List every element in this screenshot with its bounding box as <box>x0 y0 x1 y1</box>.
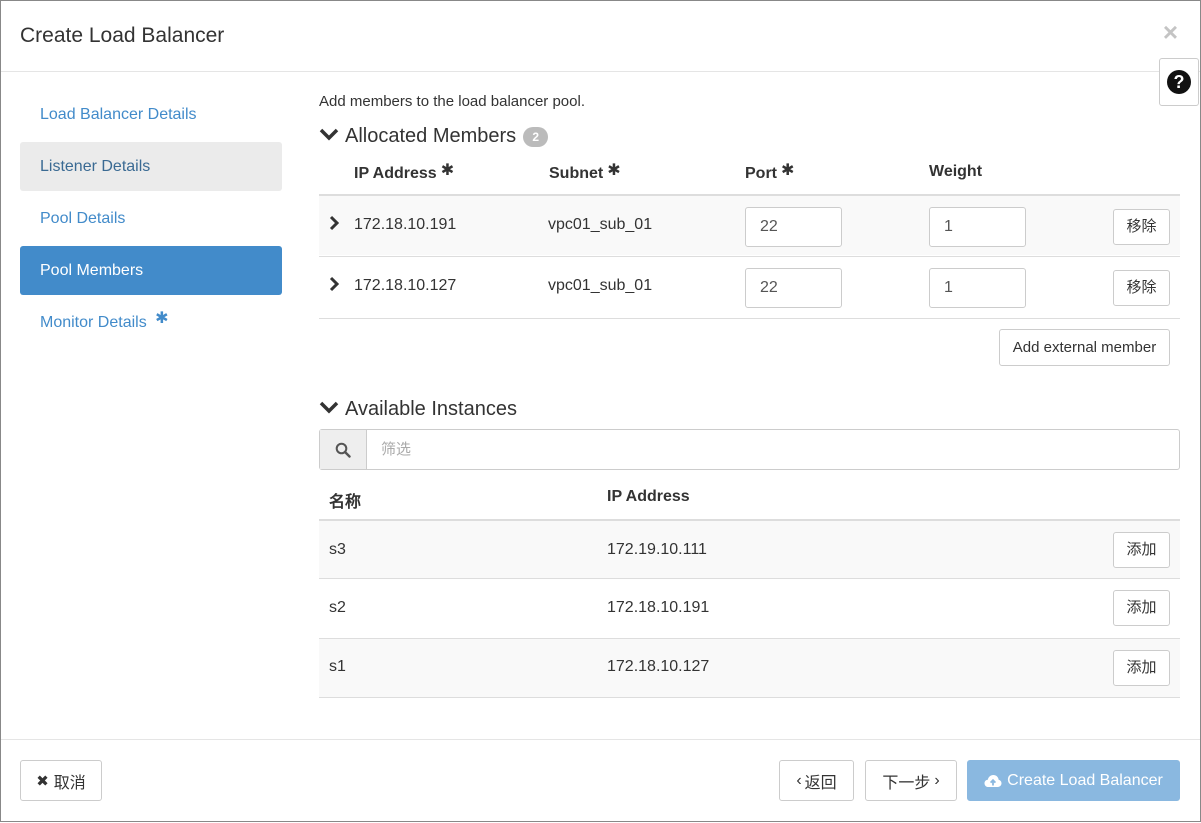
chevron-right-icon[interactable] <box>329 276 340 297</box>
filter-group <box>319 429 1180 470</box>
cloud-upload-icon <box>984 774 1002 788</box>
table-row: s1 172.18.10.127 添加 <box>319 638 1180 698</box>
close-icon[interactable]: × <box>1163 19 1178 45</box>
required-icon: ✱ <box>781 162 795 179</box>
chevron-down-icon <box>319 398 341 421</box>
port-input[interactable]: 22 <box>745 268 842 308</box>
port-input[interactable]: 22 <box>745 207 842 247</box>
instance-ip: 172.19.10.111 <box>607 541 707 558</box>
back-button[interactable]: ‹ 返回 <box>779 760 854 801</box>
add-external-member-button[interactable]: Add external member <box>999 329 1170 366</box>
required-icon: ✱ <box>440 162 455 179</box>
nav-item-label: Pool Details <box>40 210 126 227</box>
column-header-weight: Weight <box>929 163 983 180</box>
nav-item-label: Load Balancer Details <box>40 106 197 123</box>
create-load-balancer-button[interactable]: Create Load Balancer <box>967 760 1180 801</box>
nav-item-listener-details[interactable]: Listener Details <box>20 142 282 191</box>
column-header-subnet-label: Subnet <box>549 165 604 182</box>
modal-header: Create Load Balancer × <box>1 1 1200 72</box>
instance-ip: 172.18.10.127 <box>607 658 710 675</box>
close-icon: ✖ <box>36 772 49 790</box>
cancel-button[interactable]: ✖ 取消 <box>20 760 102 801</box>
nav-item-label: Listener Details <box>40 158 151 175</box>
chevron-left-icon: ‹ <box>796 771 802 789</box>
column-header-port: Port ✱ <box>745 162 795 183</box>
member-ip: 172.18.10.127 <box>354 277 457 294</box>
nav-item-load-balancer-details[interactable]: Load Balancer Details <box>20 90 282 139</box>
add-instance-button[interactable]: 添加 <box>1113 532 1170 568</box>
modal-footer: ✖ 取消 ‹ 返回 下一步 › Create Load Balancer <box>1 739 1200 823</box>
cancel-button-label: 取消 <box>53 774 86 792</box>
add-instance-button[interactable]: 添加 <box>1113 650 1170 686</box>
remove-member-button[interactable]: 移除 <box>1113 270 1170 306</box>
column-header-ip-label: IP Address <box>354 165 437 182</box>
weight-input[interactable]: 1 <box>929 268 1026 308</box>
nav-item-label: Pool Members <box>40 262 144 279</box>
table-row: 172.18.10.127 vpc01_sub_01 22 1 移除 <box>319 256 1180 317</box>
instance-name: s2 <box>329 599 346 616</box>
table-row: s3 172.19.10.111 添加 <box>319 519 1180 578</box>
next-button-label: 下一步 <box>882 774 931 792</box>
member-subnet: vpc01_sub_01 <box>548 277 653 294</box>
nav-item-monitor-details[interactable]: Monitor Details ✱ <box>20 298 282 347</box>
member-subnet: vpc01_sub_01 <box>548 216 653 233</box>
modal-title: Create Load Balancer <box>20 24 225 47</box>
table-divider <box>319 697 1180 698</box>
column-header-subnet: Subnet ✱ <box>549 162 621 183</box>
nav-item-pool-details[interactable]: Pool Details <box>20 194 282 243</box>
column-header-ip: IP Address ✱ <box>354 162 455 183</box>
allocated-members-title: Allocated Members <box>345 125 517 147</box>
help-button[interactable]: ? <box>1159 58 1199 106</box>
chevron-right-icon: › <box>934 771 940 789</box>
available-instances-title: Available Instances <box>345 398 517 420</box>
table-divider <box>319 318 1180 319</box>
filter-input[interactable] <box>367 430 1177 469</box>
instance-name: s3 <box>329 541 346 558</box>
add-instance-button[interactable]: 添加 <box>1113 590 1170 626</box>
instance-name: s1 <box>329 658 346 675</box>
nav-item-pool-members[interactable]: Pool Members <box>20 246 282 295</box>
next-button[interactable]: 下一步 › <box>865 760 957 801</box>
remove-member-button[interactable]: 移除 <box>1113 209 1170 245</box>
nav-item-label: Monitor Details <box>40 314 147 331</box>
column-header-name: 名称 <box>329 494 362 511</box>
column-header-port-label: Port <box>745 165 777 182</box>
weight-input[interactable]: 1 <box>929 207 1026 247</box>
available-instances-toggle[interactable]: Available Instances <box>319 398 517 421</box>
back-button-label: 返回 <box>804 774 837 792</box>
chevron-down-icon <box>319 125 341 148</box>
table-row: 172.18.10.191 vpc01_sub_01 22 1 移除 <box>319 194 1180 255</box>
member-ip: 172.18.10.191 <box>354 216 457 233</box>
allocated-count-badge: 2 <box>523 126 549 147</box>
search-icon <box>320 430 367 469</box>
create-load-balancer-modal: Create Load Balancer × ? Load Balancer D… <box>0 0 1201 822</box>
chevron-right-icon[interactable] <box>329 215 340 236</box>
required-icon: ✱ <box>155 310 169 327</box>
create-load-balancer-label: Create Load Balancer <box>1007 771 1163 789</box>
intro-text: Add members to the load balancer pool. <box>319 93 585 110</box>
table-row: s2 172.18.10.191 添加 <box>319 578 1180 638</box>
column-header-ip: IP Address <box>607 488 690 505</box>
wizard-nav: Load Balancer Details Listener Details P… <box>20 90 282 350</box>
help-icon: ? <box>1167 70 1191 94</box>
instance-ip: 172.18.10.191 <box>607 599 710 616</box>
required-icon: ✱ <box>607 162 621 179</box>
allocated-members-toggle[interactable]: Allocated Members 2 <box>319 125 549 148</box>
